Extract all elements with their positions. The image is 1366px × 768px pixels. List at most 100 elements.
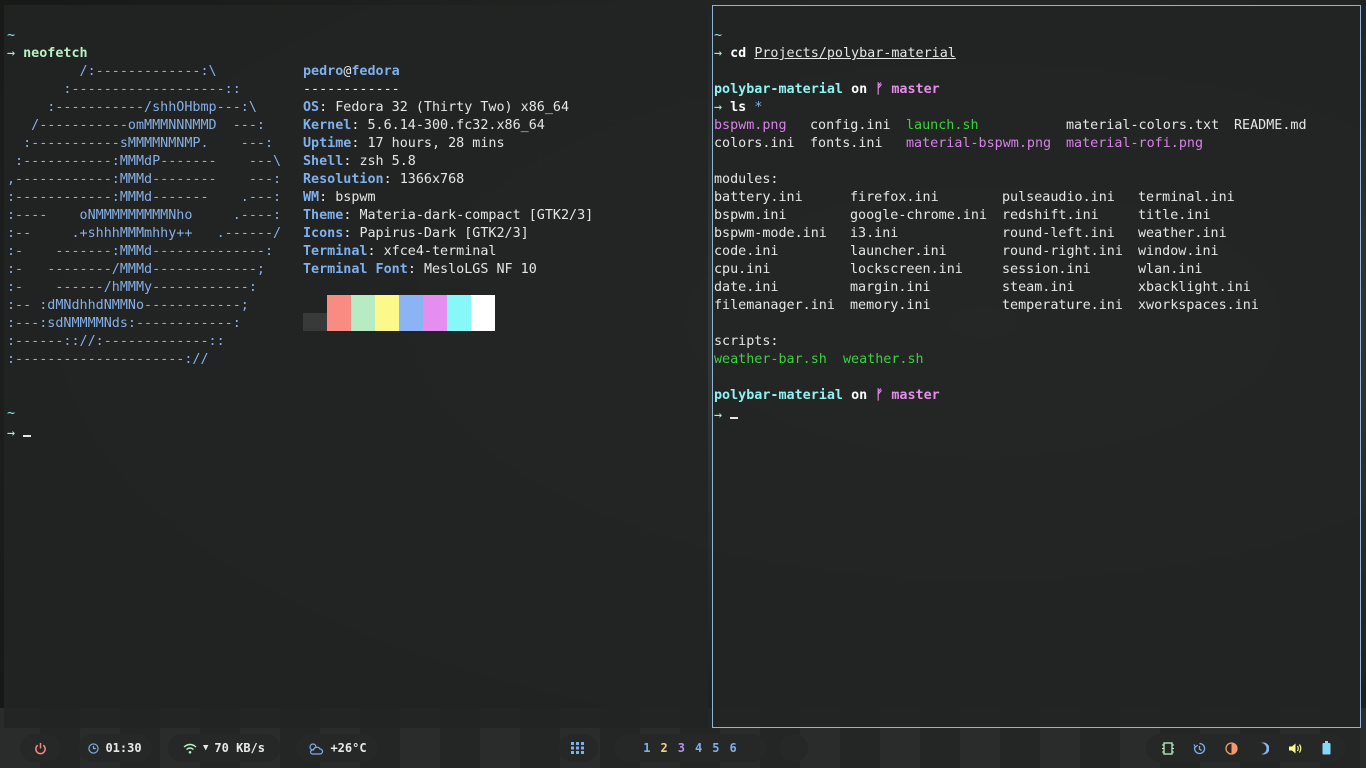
info-value: Papirus-Dark [GTK2/3] xyxy=(359,226,529,241)
workspace-3[interactable]: 3 xyxy=(678,741,685,755)
prompt-cwd: ~ xyxy=(7,28,16,43)
file-entry: README.md xyxy=(1234,118,1307,133)
info-key: WM xyxy=(303,190,320,205)
timer-icon[interactable] xyxy=(1192,742,1206,755)
prompt-arrow: → xyxy=(714,408,723,423)
command-text: ls xyxy=(730,100,747,115)
launcher-module[interactable] xyxy=(558,734,598,762)
module-file: weather.ini xyxy=(1138,226,1227,241)
ascii-art-line: :-----------/shhOHbmp---:\ xyxy=(7,100,257,115)
module-file: window.ini xyxy=(1138,244,1219,259)
command-line: → ls * xyxy=(714,99,1360,117)
info-key: Terminal Font xyxy=(303,262,408,277)
prompt-on: on xyxy=(851,388,868,403)
prompt-arrow: → xyxy=(7,426,16,441)
weather-module[interactable]: +26°C xyxy=(296,734,378,762)
prompt-on: on xyxy=(851,82,868,97)
module-file: steam.ini xyxy=(1002,280,1075,295)
system-tray-module xyxy=(1146,734,1346,762)
color-palette xyxy=(303,295,495,331)
module-file: bspwm-mode.ini xyxy=(714,226,827,241)
network-speed: 70 KB/s xyxy=(214,741,265,755)
ascii-art-line: /-----------omMMMNNNMMD ---: xyxy=(7,118,265,133)
module-file: battery.ini xyxy=(714,190,803,205)
file-entry: bspwm.png xyxy=(714,118,787,133)
ascii-art-line: :-------------------:: xyxy=(7,82,241,97)
memory-chip-icon[interactable] xyxy=(1161,741,1174,755)
module-file: lockscreen.ini xyxy=(850,262,963,277)
ascii-art-line: :------------:MMMd------- .---: xyxy=(7,190,282,205)
modules-header: modules: xyxy=(714,172,779,187)
workspace-2[interactable]: 2 xyxy=(661,741,668,755)
workspace-5[interactable]: 5 xyxy=(712,741,719,755)
info-key: Icons xyxy=(303,226,344,241)
git-branch: master xyxy=(891,388,940,403)
info-row: Uptime: 17 hours, 28 mins xyxy=(303,136,505,151)
info-key: Uptime xyxy=(303,136,352,151)
command-line[interactable]: → xyxy=(7,423,32,441)
clock-module[interactable]: 01:30 xyxy=(78,734,152,762)
git-branch-icon: ᚠ xyxy=(875,388,884,403)
command-line[interactable]: → xyxy=(714,405,1360,423)
info-key: Shell xyxy=(303,154,344,169)
ascii-art-line: :-- .+shhhMMMmhhy++ .------/ xyxy=(7,226,282,241)
redshift-icon[interactable] xyxy=(1224,741,1238,755)
window-title-module xyxy=(780,734,808,762)
volume-icon[interactable] xyxy=(1288,742,1303,755)
info-key: Theme xyxy=(303,208,344,223)
module-file: margin.ini xyxy=(850,280,931,295)
info-row: Resolution: 1366x768 xyxy=(303,172,465,187)
workspace-6[interactable]: 6 xyxy=(729,741,736,755)
module-file: terminal.ini xyxy=(1138,190,1235,205)
clock-time: 01:30 xyxy=(105,741,142,755)
ascii-art-line: :-- :dMNdhhdNMMNo------------; xyxy=(7,298,249,313)
module-file: title.ini xyxy=(1138,208,1211,223)
file-entry: launch.sh xyxy=(906,118,979,133)
info-row: OS: Fedora 32 (Thirty Two) x86_64 xyxy=(303,100,570,115)
info-key: Terminal xyxy=(303,244,368,259)
module-file: redshift.ini xyxy=(1002,208,1099,223)
prompt-arrow: → xyxy=(714,100,723,115)
workspaces-module: 123456 xyxy=(614,734,766,762)
neofetch-ascii-logo: /:-------------:\ :-------------------::… xyxy=(7,63,281,369)
prompt-arrow: → xyxy=(7,46,16,61)
module-file: firefox.ini xyxy=(850,190,939,205)
hostname: fedora xyxy=(351,64,400,79)
workspace-1[interactable]: 1 xyxy=(643,741,650,755)
username: pedro xyxy=(303,64,344,79)
prompt-cwd: ~ xyxy=(7,406,16,421)
script-file: weather.sh xyxy=(843,352,924,367)
module-file: pulseaudio.ini xyxy=(1002,190,1115,205)
terminal-right[interactable]: ~ → cd Projects/polybar-material polybar… xyxy=(712,5,1361,728)
battery-icon[interactable] xyxy=(1322,741,1331,755)
color-swatch xyxy=(351,295,375,331)
info-key: Kernel xyxy=(303,118,352,133)
info-value: MesloLGS NF 10 xyxy=(423,262,537,277)
power-module[interactable] xyxy=(20,734,60,762)
moon-icon[interactable] xyxy=(1257,742,1269,755)
ascii-art-line: /:-------------:\ xyxy=(7,64,217,79)
color-swatch xyxy=(375,295,399,331)
info-value: bspwm xyxy=(335,190,376,205)
ascii-art-line: :- -------:MMMd--------------: xyxy=(7,244,274,259)
color-swatch xyxy=(399,295,423,331)
workspace-4[interactable]: 4 xyxy=(695,741,702,755)
command-text: cd xyxy=(730,46,747,61)
color-swatch xyxy=(447,295,471,331)
prompt-directory: polybar-material xyxy=(714,82,843,97)
glob-argument: * xyxy=(754,100,763,115)
module-file: cpu.ini xyxy=(714,262,771,277)
module-file: xbacklight.ini xyxy=(1138,280,1251,295)
info-value: Materia-dark-compact [GTK2/3] xyxy=(359,208,594,223)
path-argument: Projects/polybar-material xyxy=(754,46,956,61)
ls-output: bspwm.png config.ini launch.sh material-col… xyxy=(714,117,1334,153)
prompt-directory: polybar-material xyxy=(714,388,843,403)
network-module[interactable]: ▼ 70 KB/s xyxy=(168,734,280,762)
info-key: Resolution xyxy=(303,172,384,187)
ascii-art-line: :-----------sMMMMNMNMP. ---: xyxy=(7,136,274,151)
info-row: Terminal Font: MesloLGS NF 10 xyxy=(303,262,537,277)
module-file: code.ini xyxy=(714,244,779,259)
terminal-left[interactable]: ~ → neofetch /:-------------:\ :--------… xyxy=(4,5,708,728)
info-value: 17 hours, 28 mins xyxy=(367,136,505,151)
info-key: OS xyxy=(303,100,320,115)
